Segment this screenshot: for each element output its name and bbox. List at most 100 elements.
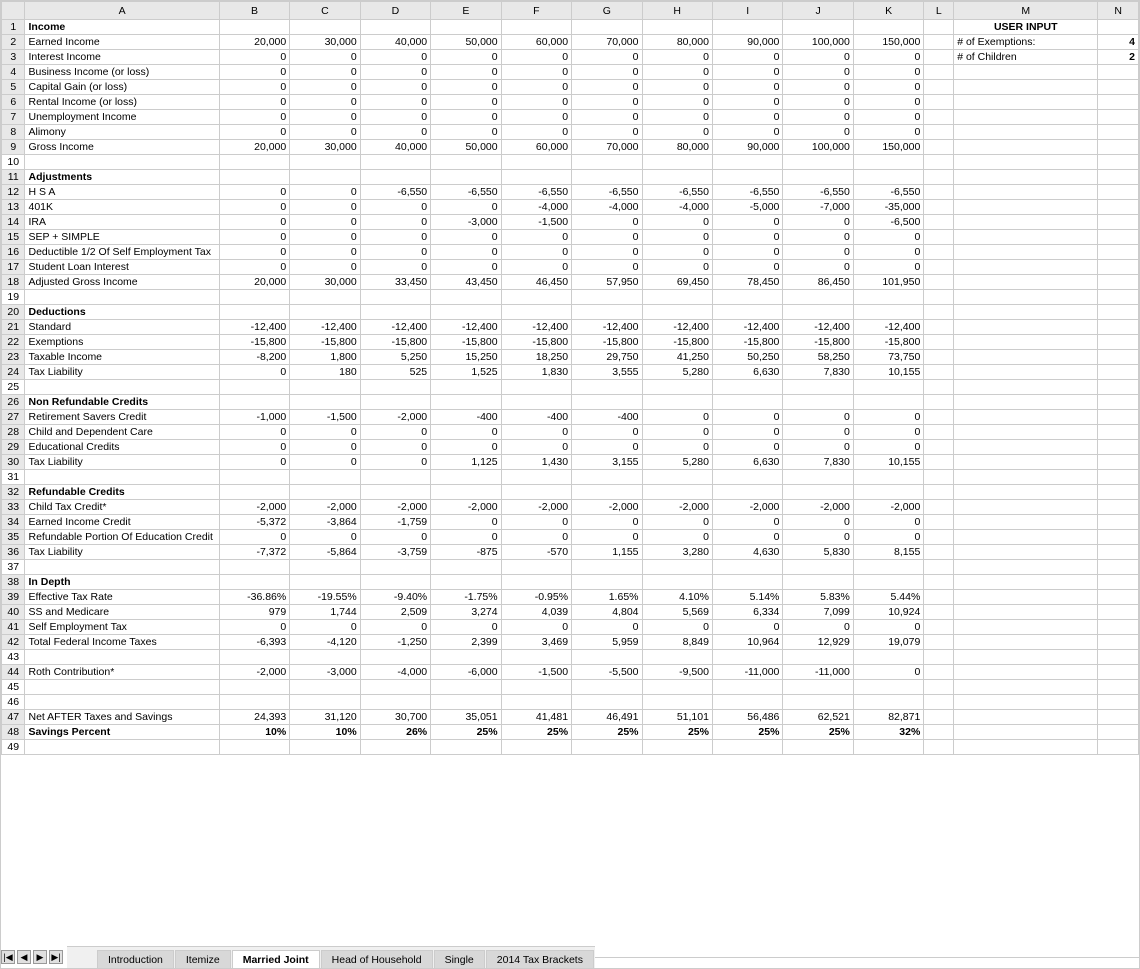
- cell-42-a[interactable]: Total Federal Income Taxes: [25, 635, 219, 650]
- cell-39-g[interactable]: 1.65%: [572, 590, 642, 605]
- cell-8-i[interactable]: 0: [712, 125, 782, 140]
- cell-34-k[interactable]: 0: [853, 515, 923, 530]
- cell-15-k[interactable]: 0: [853, 230, 923, 245]
- cell-32-a[interactable]: Refundable Credits: [25, 485, 219, 500]
- cell-16-h[interactable]: 0: [642, 245, 712, 260]
- cell-2-c[interactable]: 30,000: [290, 35, 360, 50]
- cell-17-j[interactable]: 0: [783, 260, 853, 275]
- cell-3-a[interactable]: Interest Income: [25, 50, 219, 65]
- cell-24-c[interactable]: 180: [290, 365, 360, 380]
- cell-18-i[interactable]: 78,450: [712, 275, 782, 290]
- cell-42-e[interactable]: 2,399: [431, 635, 501, 650]
- cell-20-f[interactable]: [501, 305, 571, 320]
- cell-23-a[interactable]: Taxable Income: [25, 350, 219, 365]
- cell-2-f[interactable]: 60,000: [501, 35, 571, 50]
- cell-48-h[interactable]: 25%: [642, 725, 712, 740]
- cell-35-e[interactable]: 0: [431, 530, 501, 545]
- cell-48-f[interactable]: 25%: [501, 725, 571, 740]
- cell-39-e[interactable]: -1.75%: [431, 590, 501, 605]
- cell-30-d[interactable]: 0: [360, 455, 430, 470]
- cell-30-k[interactable]: 10,155: [853, 455, 923, 470]
- cell-20-g[interactable]: [572, 305, 642, 320]
- cell-48-b[interactable]: 10%: [219, 725, 289, 740]
- cell-26-f[interactable]: [501, 395, 571, 410]
- cell-23-k[interactable]: 73,750: [853, 350, 923, 365]
- cell-28-j[interactable]: 0: [783, 425, 853, 440]
- cell-14-f[interactable]: -1,500: [501, 215, 571, 230]
- cell-32-g[interactable]: [572, 485, 642, 500]
- cell-41-c[interactable]: 0: [290, 620, 360, 635]
- cell-18-h[interactable]: 69,450: [642, 275, 712, 290]
- cell-24-i[interactable]: 6,630: [712, 365, 782, 380]
- cell-47-a[interactable]: Net AFTER Taxes and Savings: [25, 710, 219, 725]
- cell-3-c[interactable]: 0: [290, 50, 360, 65]
- cell-14-j[interactable]: 0: [783, 215, 853, 230]
- cell-13-b[interactable]: 0: [219, 200, 289, 215]
- cell-2-k[interactable]: 150,000: [853, 35, 923, 50]
- cell-44-b[interactable]: -2,000: [219, 665, 289, 680]
- cell-15-d[interactable]: 0: [360, 230, 430, 245]
- cell-42-b[interactable]: -6,393: [219, 635, 289, 650]
- cell-16-c[interactable]: 0: [290, 245, 360, 260]
- cell-6-j[interactable]: 0: [783, 95, 853, 110]
- cell-1-d[interactable]: [360, 20, 430, 35]
- cell-21-f[interactable]: -12,400: [501, 320, 571, 335]
- cell-33-d[interactable]: -2,000: [360, 500, 430, 515]
- cell-15-g[interactable]: 0: [572, 230, 642, 245]
- cell-3-j[interactable]: 0: [783, 50, 853, 65]
- cell-18-k[interactable]: 101,950: [853, 275, 923, 290]
- cell-3-d[interactable]: 0: [360, 50, 430, 65]
- cell-27-g[interactable]: -400: [572, 410, 642, 425]
- cell-6-e[interactable]: 0: [431, 95, 501, 110]
- cell-40-j[interactable]: 7,099: [783, 605, 853, 620]
- cell-9-c[interactable]: 30,000: [290, 140, 360, 155]
- cell-42-h[interactable]: 8,849: [642, 635, 712, 650]
- cell-16-f[interactable]: 0: [501, 245, 571, 260]
- cell-21-g[interactable]: -12,400: [572, 320, 642, 335]
- cell-30-b[interactable]: 0: [219, 455, 289, 470]
- cell-23-h[interactable]: 41,250: [642, 350, 712, 365]
- cell-9-i[interactable]: 90,000: [712, 140, 782, 155]
- cell-14-d[interactable]: 0: [360, 215, 430, 230]
- cell-15-b[interactable]: 0: [219, 230, 289, 245]
- cell-48-a[interactable]: Savings Percent: [25, 725, 219, 740]
- cell-9-a[interactable]: Gross Income: [25, 140, 219, 155]
- cell-16-b[interactable]: 0: [219, 245, 289, 260]
- cell-27-a[interactable]: Retirement Savers Credit: [25, 410, 219, 425]
- cell-14-a[interactable]: IRA: [25, 215, 219, 230]
- cell-34-d[interactable]: -1,759: [360, 515, 430, 530]
- cell-12-i[interactable]: -6,550: [712, 185, 782, 200]
- cell-30-f[interactable]: 1,430: [501, 455, 571, 470]
- cell-24-b[interactable]: 0: [219, 365, 289, 380]
- cell-26-h[interactable]: [642, 395, 712, 410]
- cell-47-h[interactable]: 51,101: [642, 710, 712, 725]
- cell-23-e[interactable]: 15,250: [431, 350, 501, 365]
- cell-5-c[interactable]: 0: [290, 80, 360, 95]
- cell-3-k[interactable]: 0: [853, 50, 923, 65]
- cell-34-c[interactable]: -3,864: [290, 515, 360, 530]
- cell-42-j[interactable]: 12,929: [783, 635, 853, 650]
- cell-13-c[interactable]: 0: [290, 200, 360, 215]
- cell-41-j[interactable]: 0: [783, 620, 853, 635]
- cell-33-a[interactable]: Child Tax Credit*: [25, 500, 219, 515]
- cell-15-j[interactable]: 0: [783, 230, 853, 245]
- cell-29-h[interactable]: 0: [642, 440, 712, 455]
- cell-27-e[interactable]: -400: [431, 410, 501, 425]
- cell-21-i[interactable]: -12,400: [712, 320, 782, 335]
- cell-36-g[interactable]: 1,155: [572, 545, 642, 560]
- cell-32-c[interactable]: [290, 485, 360, 500]
- cell-8-a[interactable]: Alimony: [25, 125, 219, 140]
- cell-21-e[interactable]: -12,400: [431, 320, 501, 335]
- cell-39-k[interactable]: 5.44%: [853, 590, 923, 605]
- cell-26-k[interactable]: [853, 395, 923, 410]
- cell-12-a[interactable]: H S A: [25, 185, 219, 200]
- cell-22-c[interactable]: -15,800: [290, 335, 360, 350]
- cell-30-g[interactable]: 3,155: [572, 455, 642, 470]
- cell-26-e[interactable]: [431, 395, 501, 410]
- cell-32-d[interactable]: [360, 485, 430, 500]
- cell-27-k[interactable]: 0: [853, 410, 923, 425]
- cell-44-d[interactable]: -4,000: [360, 665, 430, 680]
- cell-17-h[interactable]: 0: [642, 260, 712, 275]
- cell-7-f[interactable]: 0: [501, 110, 571, 125]
- cell-48-g[interactable]: 25%: [572, 725, 642, 740]
